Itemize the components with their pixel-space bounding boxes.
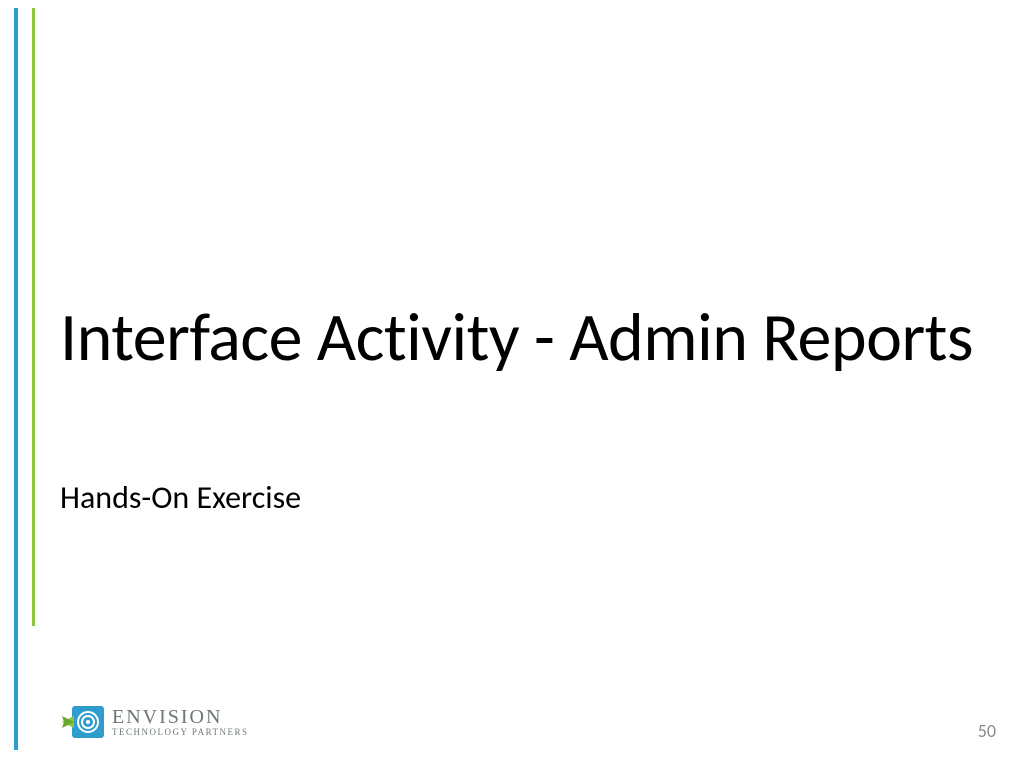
logo-text: ENVISION TECHNOLOGY PARTNERS — [112, 707, 249, 737]
page-number: 50 — [978, 720, 996, 742]
logo-text-top: ENVISION — [112, 707, 249, 727]
accent-bar-green — [32, 8, 35, 626]
company-logo: ENVISION TECHNOLOGY PARTNERS — [60, 704, 249, 740]
accent-bar-blue — [14, 8, 18, 750]
slide-title: Interface Activity - Admin Reports — [60, 300, 980, 376]
logo-icon — [60, 704, 104, 740]
logo-text-bottom: TECHNOLOGY PARTNERS — [112, 728, 249, 737]
slide-subtitle: Hands-On Exercise — [60, 478, 301, 517]
